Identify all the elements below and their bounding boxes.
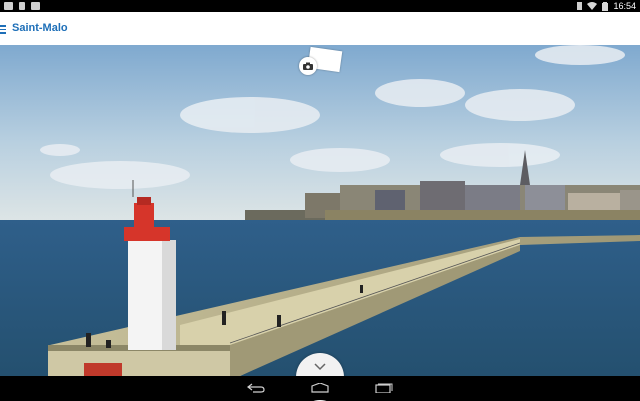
screenshot-icon — [31, 2, 40, 10]
mail-icon — [4, 2, 13, 10]
chevron-down-icon — [314, 363, 326, 371]
sd-card-icon — [19, 2, 25, 10]
battery-icon — [602, 1, 609, 11]
back-button[interactable] — [246, 381, 266, 395]
navigation-bar — [0, 376, 640, 400]
back-icon — [247, 383, 265, 393]
recents-icon — [375, 383, 393, 393]
wifi-icon — [587, 2, 598, 10]
hero-photo — [0, 45, 640, 376]
status-bar: 16:54 — [0, 0, 640, 12]
hamburger-icon[interactable] — [0, 25, 6, 34]
recents-button[interactable] — [374, 381, 394, 395]
status-time: 16:54 — [613, 1, 636, 11]
camera-icon — [303, 62, 313, 70]
app-bar: Saint-Malo — [0, 12, 640, 46]
camera-button[interactable] — [299, 57, 317, 75]
home-button[interactable] — [310, 381, 330, 395]
home-icon — [311, 383, 329, 393]
page-title: Saint-Malo — [12, 22, 68, 34]
vibrate-icon — [577, 2, 583, 10]
